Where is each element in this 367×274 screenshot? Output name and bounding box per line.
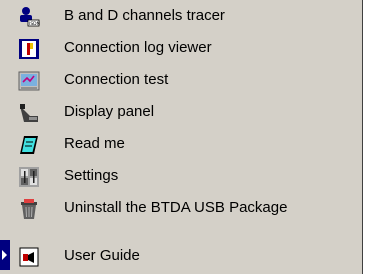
user-guide-icon xyxy=(19,247,39,267)
menu-item-read-me[interactable]: Read me xyxy=(0,128,360,160)
menu-item-label: Connection log viewer xyxy=(64,39,212,56)
menu-item-label: Settings xyxy=(64,167,119,184)
submenu-arrow-icon xyxy=(2,250,7,260)
connection-test-icon xyxy=(18,71,40,91)
menu-item-label: B and D channels tracer xyxy=(64,7,225,24)
menu-item-label: Display panel xyxy=(64,103,155,120)
menu-item-uninstall-the-btda-usb-package[interactable]: Uninstall the BTDA USB Package xyxy=(0,192,360,224)
menu-item-label: Read me xyxy=(64,135,125,152)
menu-item-settings[interactable]: Settings xyxy=(0,160,360,192)
uninstall-icon xyxy=(21,199,37,219)
menu-item-display-panel[interactable]: Display panel xyxy=(0,96,360,128)
menu-item-label: Uninstall the BTDA USB Package xyxy=(64,199,288,216)
svg-text:ISDN: ISDN xyxy=(29,21,40,27)
menu-item-label: User Guide xyxy=(64,247,140,264)
tracer-icon: ISDN xyxy=(20,7,40,27)
menu-item-b-and-d-channels-tracer[interactable]: ISDN B and D channels tracer xyxy=(0,0,360,32)
menu-item-connection-test[interactable]: Connection test xyxy=(0,64,360,96)
menu-item-connection-log-viewer[interactable]: Connection log viewer xyxy=(0,32,360,64)
menu-item-label: Connection test xyxy=(64,71,169,88)
read-me-icon xyxy=(20,136,38,154)
menu-item-user-guide[interactable]: User Guide xyxy=(0,240,360,272)
settings-icon xyxy=(19,167,39,187)
display-panel-icon xyxy=(20,104,38,122)
start-submenu: ISDN B and D channels tracer Connection … xyxy=(0,0,363,274)
log-viewer-icon xyxy=(19,39,39,59)
